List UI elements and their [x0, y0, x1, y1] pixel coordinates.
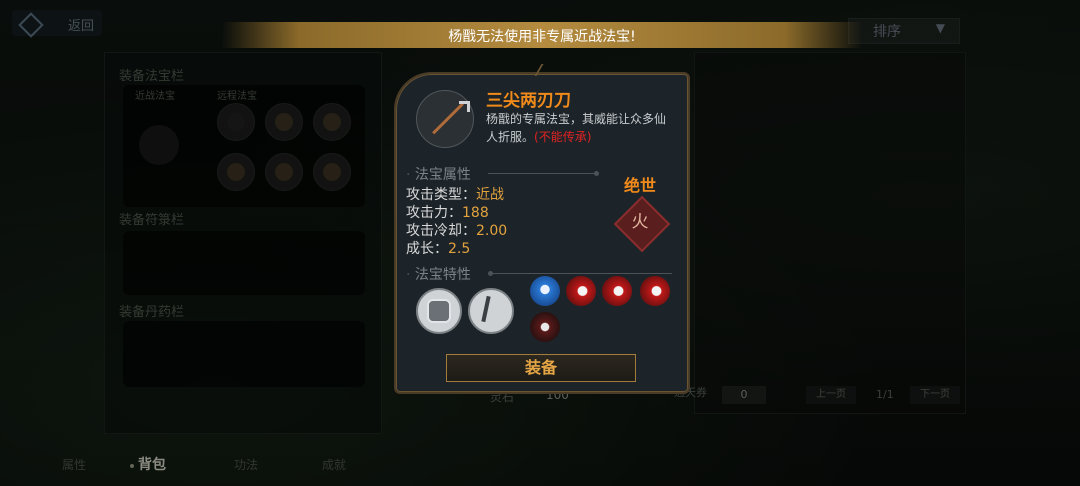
- attack-type: 攻击类型：近战: [406, 187, 504, 203]
- red-beast-skill-icon[interactable]: [566, 276, 596, 306]
- slash-icon: [481, 295, 491, 323]
- divider-dot: [488, 271, 493, 276]
- warning-text: 杨戬无法使用非专属近战法宝!: [448, 29, 636, 45]
- spear-tip-icon: [459, 101, 470, 112]
- shield-trait-icon[interactable]: [416, 288, 462, 334]
- item-detail-popup: 三尖两刃刀 杨戬的专属法宝，其威能让众多仙人折服。(不能传承) · 法宝属性 攻…: [394, 64, 690, 394]
- red-fang-skill-icon[interactable]: [640, 276, 670, 306]
- rarity-label: 绝世: [624, 176, 657, 195]
- attributes-title: · 法宝属性: [406, 167, 471, 183]
- fire-glyph: 火: [631, 212, 649, 232]
- red-claw-skill-icon[interactable]: [602, 276, 632, 306]
- divider: [488, 173, 596, 174]
- equip-button[interactable]: 装备: [446, 354, 636, 382]
- divider: [492, 273, 672, 274]
- item-icon-frame: [416, 90, 474, 148]
- growth: 成长：2.5: [406, 241, 471, 257]
- item-note: (不能传承): [534, 130, 592, 144]
- item-description: 杨戬的专属法宝，其威能让众多仙人折服。(不能传承): [486, 110, 676, 146]
- shield-icon: [427, 299, 451, 323]
- divider-dot: [594, 171, 599, 176]
- attack-cooldown: 攻击冷却：2.00: [406, 223, 508, 239]
- water-beast-skill-icon[interactable]: [530, 276, 560, 306]
- item-name: 三尖两刃刀: [486, 91, 571, 111]
- attack-power: 攻击力：188: [406, 205, 489, 221]
- slash-trait-icon[interactable]: [468, 288, 514, 334]
- warning-banner: 杨戬无法使用非专属近战法宝!: [222, 22, 862, 48]
- traits-title: · 法宝特性: [406, 267, 471, 283]
- dark-helmet-skill-icon[interactable]: [530, 312, 560, 342]
- popup-ornament: [510, 64, 544, 76]
